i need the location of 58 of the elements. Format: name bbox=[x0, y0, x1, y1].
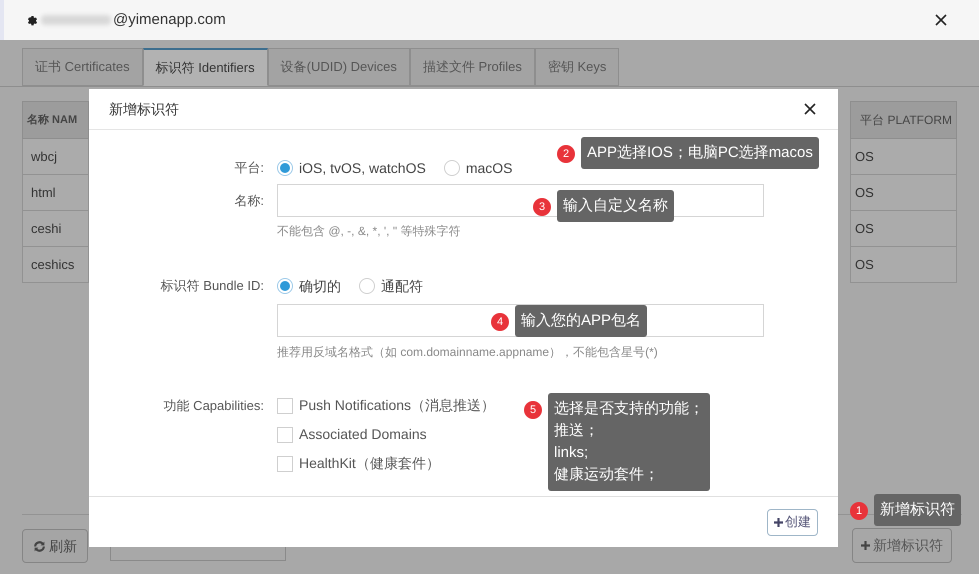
table-cell: OS bbox=[850, 247, 957, 283]
tab[interactable]: 标识符 Identifiers bbox=[142, 48, 268, 86]
tab[interactable]: 证书 Certificates bbox=[22, 48, 143, 86]
table-cell: wbcj bbox=[22, 139, 89, 175]
table-header-cell: 平台 PLATFORM bbox=[850, 101, 957, 139]
checkbox[interactable] bbox=[277, 426, 293, 442]
tooltip-text: 新增标识符 bbox=[880, 500, 955, 520]
tooltip-text: 推送； bbox=[554, 421, 600, 441]
checkbox-label: Push Notifications（消息推送） bbox=[299, 396, 496, 415]
close-icon bbox=[935, 14, 947, 26]
refresh-icon bbox=[33, 540, 46, 552]
field-label: 名称: bbox=[233, 192, 265, 210]
tooltip-text: 健康运动套件； bbox=[554, 465, 660, 485]
tooltip-text: links; bbox=[554, 443, 590, 463]
checkbox-label: Associated Domains bbox=[299, 425, 427, 444]
radio-button[interactable] bbox=[277, 160, 293, 176]
table-cell: ceshi bbox=[22, 211, 89, 247]
tab[interactable]: 密钥 Keys bbox=[534, 48, 620, 86]
close-icon bbox=[804, 103, 816, 115]
close-button[interactable] bbox=[933, 12, 949, 28]
close-button[interactable] bbox=[802, 101, 818, 117]
table-cell: ceshics bbox=[22, 247, 89, 283]
dialog-title: 新增标识符 bbox=[109, 100, 179, 118]
table-cell: OS bbox=[850, 211, 957, 247]
plus-icon bbox=[774, 518, 783, 526]
tab[interactable]: 描述文件 Profiles bbox=[410, 48, 535, 86]
radio-button[interactable] bbox=[277, 278, 293, 294]
table-cell: html bbox=[22, 175, 89, 211]
checkbox[interactable] bbox=[277, 398, 293, 414]
radio-label: 通配符 bbox=[381, 276, 423, 296]
tab[interactable]: 设备(UDID) Devices bbox=[268, 48, 410, 86]
redacted-text bbox=[41, 15, 111, 25]
field-label: 功能 Capabilities: bbox=[162, 396, 265, 415]
tooltip-text: 输入您的APP包名 bbox=[521, 311, 642, 331]
tooltip-text: 输入自定义名称 bbox=[563, 196, 668, 216]
account-email: @yimenapp.com bbox=[113, 10, 226, 30]
radio-label: macOS bbox=[466, 158, 513, 178]
radio-button[interactable] bbox=[444, 160, 460, 176]
field-hint: 推荐用反域名格式（如 com.domainname.appname），不能包含星号(*) bbox=[277, 344, 659, 361]
table-cell: OS bbox=[850, 175, 957, 211]
field-label: 标识符 Bundle ID: bbox=[160, 277, 265, 296]
checkbox[interactable] bbox=[277, 456, 293, 472]
table-cell: OS bbox=[850, 139, 957, 175]
tooltip-text: 选择是否支持的功能； bbox=[554, 399, 704, 419]
add-identifier-button[interactable]: 新增标识符 bbox=[852, 528, 952, 563]
table-header-cell: 名称 NAM bbox=[22, 101, 89, 139]
refresh-button[interactable]: 刷新 bbox=[22, 529, 88, 563]
field-hint: 不能包含 @, -, &, *, ', " 等特殊字符 bbox=[277, 223, 462, 240]
step-number-badge: 1 bbox=[850, 502, 868, 520]
checkbox-label: HealthKit（健康套件） bbox=[299, 454, 440, 473]
plus-icon bbox=[861, 541, 870, 550]
field-label: 平台: bbox=[233, 159, 265, 178]
create-button[interactable]: 创建 bbox=[767, 508, 818, 536]
tooltip-text: APP选择IOS；电脑PC选择macos bbox=[587, 143, 813, 163]
radio-label: iOS, tvOS, watchOS bbox=[299, 158, 426, 178]
radio-button[interactable] bbox=[359, 278, 375, 294]
gear-icon bbox=[26, 14, 39, 26]
radio-label: 确切的 bbox=[299, 276, 341, 296]
